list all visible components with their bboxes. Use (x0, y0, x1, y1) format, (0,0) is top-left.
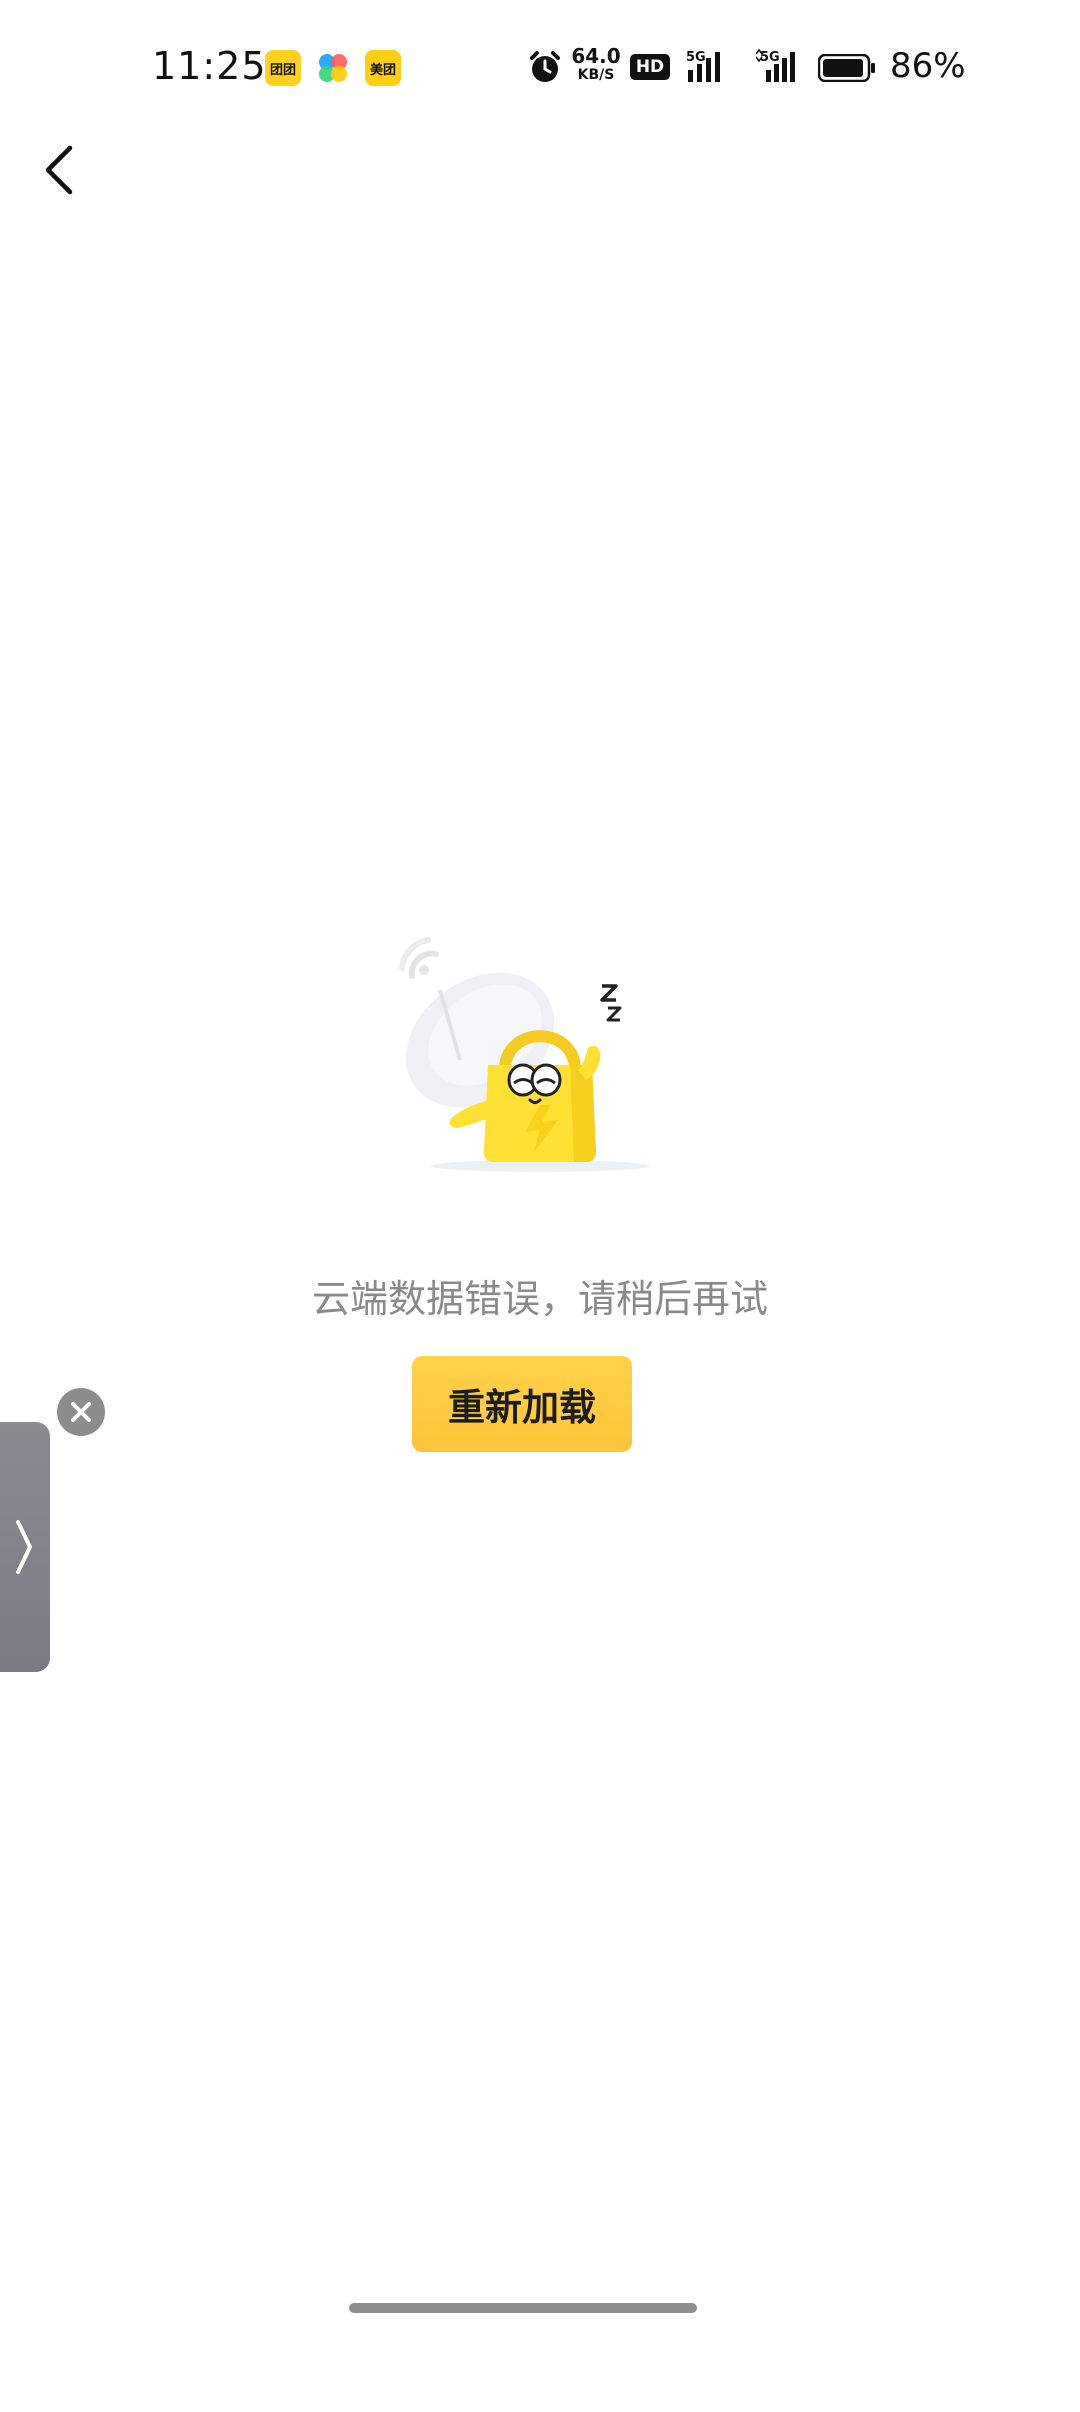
network-speed: 64.0 KB/S (571, 44, 621, 83)
close-float-button[interactable] (57, 1388, 105, 1436)
cheat-app-icon: 团团 (265, 50, 301, 86)
colorful-app-icon (315, 50, 351, 86)
sleeping-mascot-illustration (399, 937, 650, 1172)
signal-5g-label: 5G (686, 50, 706, 65)
back-button[interactable] (30, 130, 94, 210)
battery-icon (818, 54, 875, 82)
close-icon (71, 1402, 91, 1422)
signal-5g-label-2: 5G (760, 50, 780, 65)
status-bar: 11:25 团团 美团 64.0 KB/S HD 5G 5G 86% (0, 0, 1080, 135)
chevron-right-icon (16, 1520, 32, 1574)
error-message: 云端数据错误，请稍后再试 (311, 1277, 768, 1321)
reload-button[interactable]: 重新加载 (412, 1356, 632, 1452)
chevron-left-icon (45, 145, 73, 195)
status-time: 11:25 (152, 44, 267, 88)
hd-voice-badge: HD (630, 54, 670, 80)
home-indicator[interactable] (349, 2303, 697, 2313)
screen: 11:25 团团 美团 64.0 KB/S HD 5G 5G 86% 云端数据错… (0, 0, 1080, 2412)
alarm-icon (530, 51, 560, 82)
signal-5g-icon-2: 5G (756, 48, 795, 82)
battery-percent: 86% (890, 46, 966, 86)
meituan-app-icon: 美团 (365, 50, 401, 86)
side-float-tab[interactable] (0, 1422, 50, 1672)
signal-5g-icon: 5G (686, 50, 720, 82)
